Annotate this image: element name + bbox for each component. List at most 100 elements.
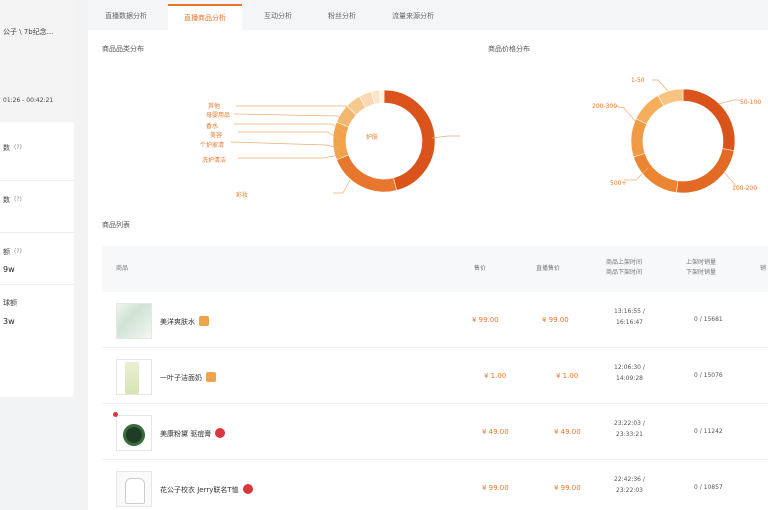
- product-live-price: ¥ 99.00: [542, 316, 569, 324]
- category-slice-1: [383, 89, 436, 191]
- product-name[interactable]: 美康粉黛 驱痘膏: [160, 428, 226, 439]
- tab-interaction[interactable]: 互动分析: [246, 4, 310, 30]
- product-live-price: ¥ 49.00: [554, 428, 581, 436]
- product-sales: 0 / 15076: [694, 372, 723, 379]
- product-sales: 0 / 11242: [694, 428, 723, 435]
- category-slice-3: [332, 121, 350, 161]
- table-row[interactable]: 花公子校衣 Jerry联名T恤 ¥ 99.00 ¥ 99.00 22:42:36…: [102, 460, 768, 510]
- label-leader-line: [652, 79, 669, 92]
- metric-hint-2[interactable]: (?): [14, 196, 22, 203]
- label-leader-line: [238, 154, 339, 159]
- th-shelf-time: 商品上架时间 商品下架时间: [606, 259, 643, 276]
- th-price: 售价: [474, 265, 487, 272]
- live-info-panel: 公子 \ 7b纪念... 01:26 - 00:42:21 数 (?) 数 (?…: [0, 0, 74, 397]
- product-time-on: 13:16:55 /: [614, 308, 645, 315]
- tmall-badge-icon: [206, 372, 216, 382]
- price-label-100-200: 100-200: [732, 185, 758, 192]
- live-badge-icon: [242, 484, 253, 494]
- th-sales: 上架时销量 下架时销量: [686, 259, 717, 276]
- tab-fans[interactable]: 粉丝分析: [310, 4, 374, 30]
- th-more: 销: [760, 265, 767, 272]
- price-label-50-100: 50-100: [740, 99, 762, 106]
- category-donut-chart: [230, 89, 460, 194]
- price-label-200-300: 200-300: [592, 103, 618, 110]
- metric-label-2: 数: [3, 196, 10, 204]
- tab-live-products[interactable]: 直播商品分析: [168, 4, 242, 30]
- category-label-perfume: 香水: [206, 123, 219, 130]
- product-name[interactable]: 花公子校衣 Jerry联名T恤: [160, 484, 253, 495]
- label-leader-line: [238, 131, 341, 141]
- metric-hint-3[interactable]: (?): [14, 248, 22, 255]
- metric-label-4: 球额: [3, 299, 17, 307]
- category-label-baby: 母婴用品: [206, 112, 231, 119]
- label-leader-line: [234, 123, 345, 133]
- product-live-price: ¥ 99.00: [554, 484, 581, 492]
- category-slice-2: [336, 154, 398, 193]
- price-label-500-plus: 500+: [610, 180, 627, 187]
- product-thumbnail: [116, 471, 152, 507]
- price-label-1-50: 1-50: [631, 77, 645, 84]
- category-label-makeup: 彩妆: [236, 192, 249, 199]
- metric-value-3: 9w: [3, 265, 15, 274]
- metric-label-3: 额: [3, 248, 10, 256]
- category-label-beauty: 美容: [210, 132, 223, 139]
- product-price: ¥ 49.00: [482, 428, 509, 436]
- table-header: 商品 售价 直播售价 商品上架时间 商品下架时间 上架时销量 下架时销量 销: [102, 246, 768, 292]
- price-slice-2: [676, 148, 735, 194]
- metric-label-1: 数: [3, 144, 10, 152]
- tmall-badge-icon: [199, 316, 209, 326]
- th-live-price: 直播售价: [536, 265, 561, 272]
- product-price: ¥ 99.00: [472, 316, 499, 324]
- live-title-fragment: 公子 \ 7b纪念...: [3, 28, 54, 36]
- th-product: 商品: [116, 265, 129, 272]
- product-sales: 0 / 10857: [694, 484, 723, 491]
- product-name[interactable]: 一叶子洁面奶: [160, 372, 216, 383]
- price-section-title: 商品价格分布: [488, 45, 530, 53]
- price-slice-5: [635, 95, 665, 125]
- label-leader-line: [431, 135, 460, 139]
- category-label-cleanse: 洗护清洁: [202, 157, 227, 164]
- product-time-off: 23:33:21: [616, 431, 643, 438]
- main-content: 直播数据分析 直播商品分析 互动分析 粉丝分析 流量来源分析 商品品类分布 商品…: [88, 0, 768, 510]
- table-row[interactable]: 美康粉黛 驱痘膏 ¥ 49.00 ¥ 49.00 23:22:03 / 23:3…: [102, 404, 768, 460]
- category-section-title: 商品品类分布: [102, 45, 144, 53]
- divider: [0, 180, 74, 181]
- label-leader-line: [230, 141, 340, 149]
- product-live-price: ¥ 1.00: [556, 372, 579, 380]
- metric-value-4: 3w: [3, 317, 15, 326]
- live-info-header: 公子 \ 7b纪念... 01:26 - 00:42:21: [0, 0, 74, 122]
- product-time-off: 16:16:47: [616, 319, 643, 326]
- label-leader-line: [333, 179, 351, 194]
- table-row[interactable]: 一叶子洁面奶 ¥ 1.00 ¥ 1.00 12:06:30 / 14:09:28…: [102, 348, 768, 404]
- tab-live-data[interactable]: 直播数据分析: [88, 4, 164, 30]
- price-slice-1: [682, 88, 736, 152]
- product-thumbnail: [116, 359, 152, 395]
- product-price: ¥ 1.00: [484, 372, 507, 380]
- product-price: ¥ 99.00: [482, 484, 509, 492]
- live-time-range: 01:26 - 00:42:21: [3, 97, 54, 104]
- price-slice-3: [633, 152, 679, 193]
- label-leader-line: [613, 105, 637, 123]
- live-badge-icon: [215, 428, 226, 438]
- product-time-on: 23:22:03 /: [614, 420, 645, 427]
- product-time-on: 12:06:30 /: [614, 364, 645, 371]
- divider: [0, 232, 74, 233]
- page: 公子 \ 7b纪念... 01:26 - 00:42:21 数 (?) 数 (?…: [0, 0, 768, 510]
- product-thumbnail: [116, 303, 152, 339]
- product-name[interactable]: 美洋爽肤水: [160, 316, 209, 327]
- product-time-off: 14:09:28: [616, 375, 643, 382]
- metric-hint-1[interactable]: (?): [14, 144, 22, 151]
- table-row[interactable]: 美洋爽肤水 ¥ 99.00 ¥ 99.00 13:16:55 / 16:16:4…: [102, 292, 768, 348]
- product-sales: 0 / 15681: [694, 316, 723, 323]
- tab-bar: 直播数据分析 直播商品分析 互动分析 粉丝分析 流量来源分析: [88, 0, 768, 30]
- divider: [0, 284, 74, 285]
- tab-traffic-source[interactable]: 流量来源分析: [376, 4, 450, 30]
- category-label-personal: 个护家清: [200, 142, 225, 149]
- category-label-other: 其他: [208, 103, 221, 110]
- label-leader-line: [717, 99, 740, 105]
- price-slice-4: [630, 118, 648, 158]
- product-time-off: 23:22:03: [616, 487, 643, 494]
- product-list-title: 商品列表: [102, 221, 130, 229]
- product-time-on: 22:42:36 /: [614, 476, 645, 483]
- product-thumbnail: [113, 412, 152, 451]
